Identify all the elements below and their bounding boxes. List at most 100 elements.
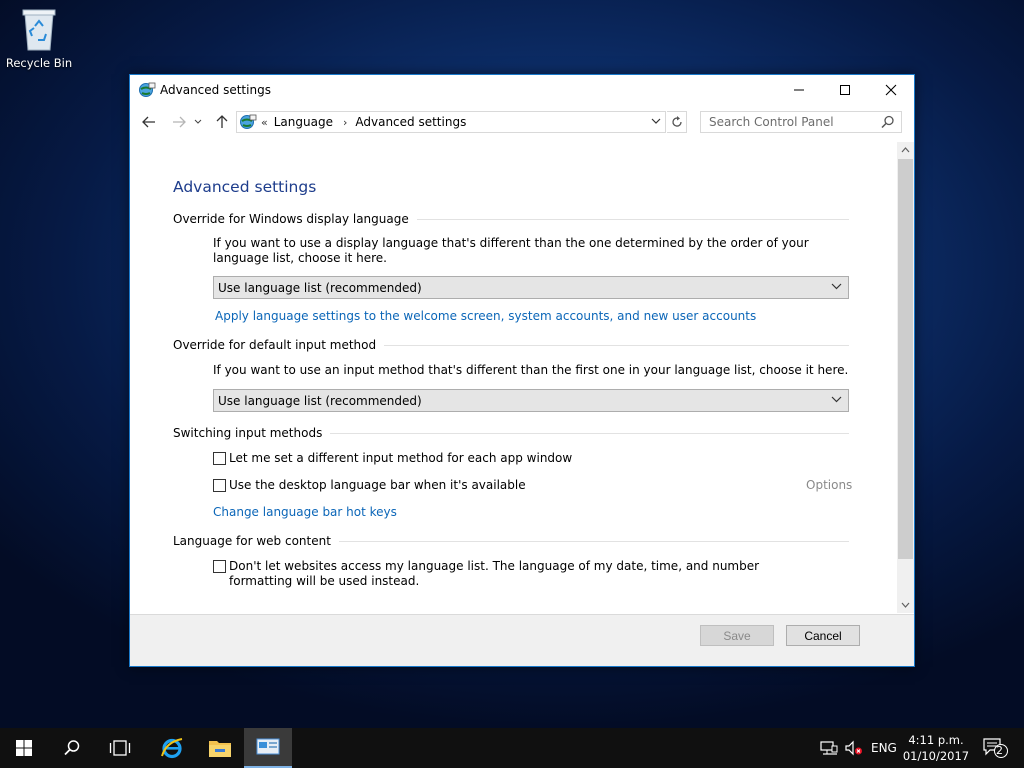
- desktop-language-bar-label: Use the desktop language bar when it's a…: [229, 478, 526, 492]
- chevron-down-icon: [831, 393, 842, 406]
- title-bar[interactable]: Advanced settings: [130, 75, 914, 105]
- checkbox[interactable]: [213, 479, 226, 492]
- per-app-input-label: Let me set a different input method for …: [229, 451, 573, 465]
- input-method-selected: Use language list (recommended): [218, 393, 422, 408]
- divider: [330, 432, 849, 434]
- forward-arrow-icon: [173, 116, 186, 128]
- breadcrumb-overflow[interactable]: «: [261, 116, 268, 129]
- display-language-section-heading: Override for Windows display language: [173, 212, 849, 226]
- web-language-list-label: Don't let websites access my language li…: [229, 559, 760, 588]
- forward-button[interactable]: [169, 111, 189, 133]
- divider: [384, 344, 849, 346]
- file-explorer-button[interactable]: [196, 728, 244, 768]
- task-view-icon: [109, 740, 131, 756]
- network-button[interactable]: [820, 728, 838, 768]
- display-language-selected: Use language list (recommended): [218, 280, 422, 295]
- search-input[interactable]: [709, 115, 879, 129]
- recycle-bin-icon: [19, 6, 59, 52]
- options-link[interactable]: Options: [806, 478, 852, 492]
- start-button[interactable]: [0, 728, 48, 768]
- switching-heading: Switching input methods: [173, 426, 323, 440]
- chevron-down-icon: [651, 118, 661, 124]
- back-arrow-icon: [142, 116, 155, 128]
- scroll-down-button[interactable]: [897, 597, 914, 613]
- recent-locations-button[interactable]: [192, 111, 204, 133]
- recycle-bin[interactable]: Recycle Bin: [4, 6, 74, 70]
- windows-logo-icon: [16, 740, 32, 756]
- per-app-input-checkbox[interactable]: Let me set a different input method for …: [213, 451, 572, 466]
- back-button[interactable]: [139, 111, 159, 133]
- display-language-description: If you want to use a display language th…: [213, 236, 809, 265]
- up-arrow-icon: [216, 115, 228, 128]
- address-dropdown-button[interactable]: [651, 114, 661, 127]
- breadcrumb-advanced-settings[interactable]: Advanced settings: [355, 115, 466, 129]
- control-panel-icon: [239, 113, 257, 131]
- web-content-section-heading: Language for web content: [173, 534, 849, 548]
- settings-content: Advanced settings Override for Windows d…: [130, 135, 896, 613]
- search-button[interactable]: [48, 728, 96, 768]
- clock-date: 01/10/2017: [902, 749, 970, 763]
- scroll-up-button[interactable]: [897, 142, 914, 158]
- clock-time: 4:11 p.m.: [908, 733, 964, 747]
- display-language-select[interactable]: Use language list (recommended): [213, 276, 849, 299]
- recycle-bin-label: Recycle Bin: [5, 56, 73, 70]
- chevron-down-icon: [831, 280, 842, 293]
- change-hot-keys-link[interactable]: Change language bar hot keys: [213, 505, 397, 519]
- close-button[interactable]: [868, 75, 914, 105]
- switching-section-heading: Switching input methods: [173, 426, 849, 440]
- cancel-button[interactable]: Cancel: [786, 625, 860, 646]
- address-bar[interactable]: « Language › Advanced settings: [236, 111, 666, 133]
- save-button[interactable]: Save: [700, 625, 774, 646]
- display-language-heading: Override for Windows display language: [173, 212, 409, 226]
- window-title: Advanced settings: [160, 83, 271, 97]
- control-panel-icon: [256, 738, 280, 755]
- maximize-button[interactable]: [822, 75, 868, 105]
- taskbar: ENG 4:11 p.m. 01/10/2017 2: [0, 728, 1024, 768]
- up-button[interactable]: [212, 111, 232, 133]
- search-icon[interactable]: [881, 115, 895, 129]
- input-method-section-heading: Override for default input method: [173, 338, 849, 352]
- desktop-language-bar-checkbox[interactable]: Use the desktop language bar when it's a…: [213, 478, 526, 493]
- web-language-list-checkbox[interactable]: Don't let websites access my language li…: [213, 559, 823, 589]
- page-title: Advanced settings: [173, 178, 317, 196]
- chevron-down-icon: [194, 119, 202, 124]
- apply-language-settings-link[interactable]: Apply language settings to the welcome s…: [215, 309, 756, 323]
- web-content-heading: Language for web content: [173, 534, 331, 548]
- volume-muted-icon: [845, 740, 862, 756]
- breadcrumb-language[interactable]: Language: [274, 115, 333, 129]
- internet-explorer-icon: [161, 738, 183, 759]
- maximize-icon: [840, 85, 850, 95]
- refresh-button[interactable]: [667, 111, 687, 133]
- scrollbar-thumb[interactable]: [898, 159, 913, 559]
- folder-icon: [209, 741, 231, 757]
- breadcrumb-separator-icon[interactable]: ›: [343, 116, 347, 129]
- input-method-select[interactable]: Use language list (recommended): [213, 389, 849, 412]
- internet-explorer-button[interactable]: [148, 728, 196, 768]
- chevron-down-icon: [901, 602, 910, 608]
- control-panel-taskbar-button[interactable]: [244, 728, 292, 768]
- dialog-footer: Save Cancel: [130, 614, 914, 666]
- network-icon: [820, 741, 838, 755]
- chevron-up-icon: [901, 147, 910, 153]
- checkbox[interactable]: [213, 560, 226, 573]
- minimize-button[interactable]: [776, 75, 822, 105]
- search-icon: [64, 740, 80, 756]
- divider: [338, 540, 849, 542]
- search-box[interactable]: [700, 111, 902, 133]
- input-method-description: If you want to use an input method that'…: [213, 363, 849, 377]
- action-center-button[interactable]: 2: [983, 728, 1009, 768]
- advanced-settings-window: Advanced settings « Language › Advanced …: [129, 74, 915, 667]
- divider: [416, 218, 849, 220]
- input-language-indicator[interactable]: ENG: [871, 728, 897, 768]
- volume-button[interactable]: [845, 728, 863, 768]
- notification-count: 2: [996, 744, 1003, 757]
- refresh-icon: [671, 116, 682, 127]
- minimize-icon: [794, 89, 804, 91]
- control-panel-icon: [138, 81, 156, 99]
- task-view-button[interactable]: [96, 728, 144, 768]
- vertical-scrollbar[interactable]: [897, 142, 914, 613]
- clock[interactable]: 4:11 p.m. 01/10/2017: [900, 732, 972, 764]
- input-method-heading: Override for default input method: [173, 338, 377, 352]
- close-icon: [885, 84, 897, 96]
- checkbox[interactable]: [213, 452, 226, 465]
